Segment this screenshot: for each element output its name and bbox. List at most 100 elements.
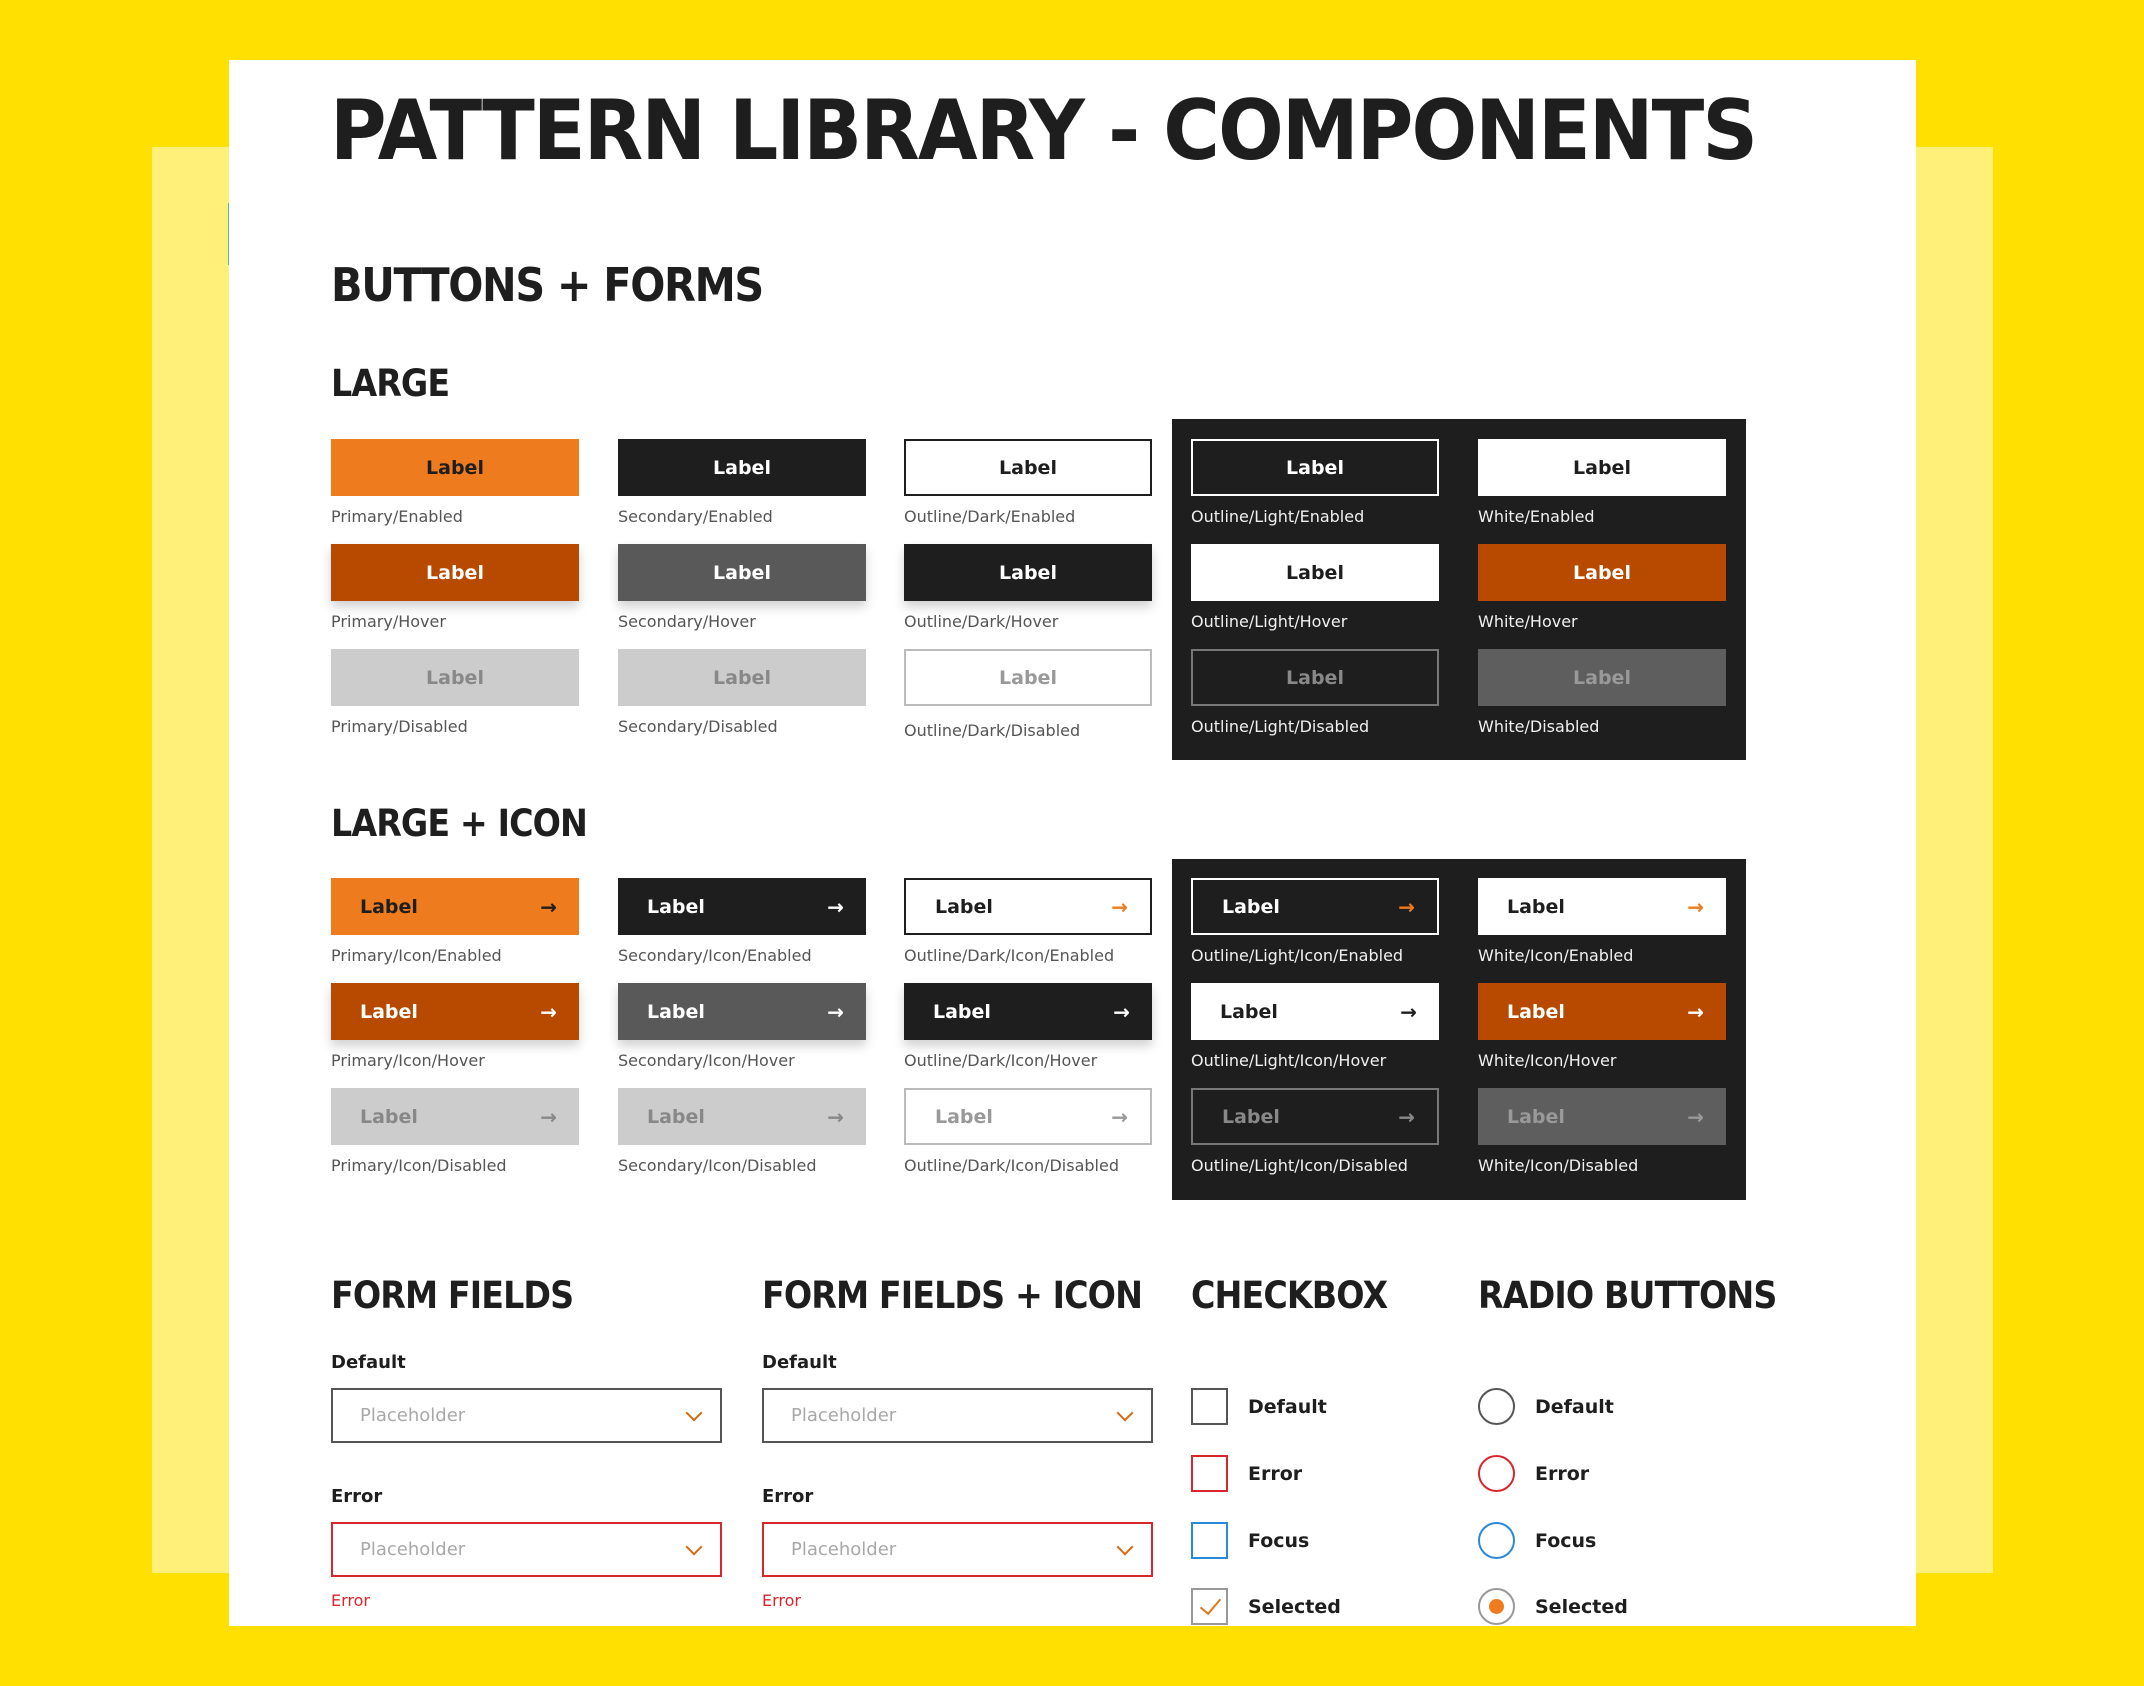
icon-button-secondary-icon-enabled[interactable]: Label →: [618, 878, 866, 935]
form-field-error-select[interactable]: Placeholder: [331, 1522, 722, 1577]
large-button-secondary-hover[interactable]: Label: [618, 544, 866, 601]
large-button-white-enabled[interactable]: Label: [1478, 439, 1726, 496]
button-label: Label: [999, 456, 1057, 479]
form-field-icon-default-select[interactable]: Placeholder: [762, 1388, 1153, 1443]
form-field-default-select[interactable]: Placeholder: [331, 1388, 722, 1443]
chevron-down-icon: [1116, 1404, 1134, 1421]
checkbox-focus[interactable]: [1191, 1522, 1228, 1559]
button-label: Label: [935, 895, 993, 918]
icon-button-primary-icon-enabled[interactable]: Label →: [331, 878, 579, 935]
large-button-outline-light-hover[interactable]: Label: [1191, 544, 1439, 601]
arrow-right-icon: →: [540, 999, 557, 1024]
checkbox-default[interactable]: [1191, 1388, 1228, 1425]
heading-large-icon: LARGE + ICON: [331, 802, 588, 845]
radio-label: Error: [1535, 1463, 1590, 1485]
icon-button-secondary-icon-disabled[interactable]: Label →: [618, 1088, 866, 1145]
button-caption: Outline/Dark/Icon/Disabled: [904, 1156, 1119, 1175]
arrow-right-icon: →: [827, 894, 844, 919]
checkbox-selected[interactable]: [1191, 1588, 1228, 1625]
checkmark-icon: [1199, 1592, 1222, 1616]
button-caption: Primary/Hover: [331, 612, 446, 631]
button-caption: Outline/Light/Icon/Disabled: [1191, 1156, 1408, 1175]
form-field-icon-error-label: Error: [762, 1486, 814, 1507]
radio-label: Focus: [1535, 1530, 1597, 1552]
icon-button-outline-light-icon-disabled[interactable]: Label →: [1191, 1088, 1439, 1145]
heading-large: LARGE: [331, 362, 450, 405]
button-caption: Outline/Light/Disabled: [1191, 717, 1370, 736]
button-caption: Outline/Dark/Hover: [904, 612, 1059, 631]
button-label: Label: [1222, 895, 1280, 918]
radio-focus[interactable]: [1478, 1522, 1515, 1559]
icon-button-primary-icon-hover[interactable]: Label →: [331, 983, 579, 1040]
radio-error[interactable]: [1478, 1455, 1515, 1492]
form-field-icon-default-label: Default: [762, 1352, 837, 1373]
button-label: Label: [647, 895, 705, 918]
checkbox-label: Default: [1248, 1396, 1327, 1418]
button-label: Label: [426, 561, 484, 584]
large-button-white-disabled[interactable]: Label: [1478, 649, 1726, 706]
large-button-white-hover[interactable]: Label: [1478, 544, 1726, 601]
arrow-right-icon: →: [1687, 1104, 1704, 1129]
icon-button-outline-dark-icon-enabled[interactable]: Label →: [904, 878, 1152, 935]
button-label: Label: [360, 1000, 418, 1023]
section-heading-buttons-forms: BUTTONS + FORMS: [331, 258, 764, 312]
button-label: Label: [1286, 561, 1344, 584]
chevron-down-icon: [1116, 1538, 1134, 1555]
icon-button-outline-light-icon-hover[interactable]: Label →: [1191, 983, 1439, 1040]
icon-button-primary-icon-disabled[interactable]: Label →: [331, 1088, 579, 1145]
large-button-outline-light-enabled[interactable]: Label: [1191, 439, 1439, 496]
arrow-right-icon: →: [1398, 894, 1415, 919]
button-label: Label: [713, 561, 771, 584]
arrow-right-icon: →: [1687, 999, 1704, 1024]
large-button-primary-hover[interactable]: Label: [331, 544, 579, 601]
button-label: Label: [933, 1000, 991, 1023]
icon-button-outline-dark-icon-hover[interactable]: Label →: [904, 983, 1152, 1040]
large-button-secondary-enabled[interactable]: Label: [618, 439, 866, 496]
button-caption: Outline/Light/Enabled: [1191, 507, 1365, 526]
form-field-icon-error-select[interactable]: Placeholder: [762, 1522, 1153, 1577]
button-caption: Primary/Icon/Disabled: [331, 1156, 507, 1175]
button-label: Label: [1573, 561, 1631, 584]
large-button-outline-dark-enabled[interactable]: Label: [904, 439, 1152, 496]
arrow-right-icon: →: [540, 1104, 557, 1129]
large-button-outline-light-disabled[interactable]: Label: [1191, 649, 1439, 706]
icon-button-secondary-icon-hover[interactable]: Label →: [618, 983, 866, 1040]
arrow-right-icon: →: [1113, 999, 1130, 1024]
button-label: Label: [1222, 1105, 1280, 1128]
button-caption: Primary/Icon/Enabled: [331, 946, 502, 965]
form-field-icon-error-message: Error: [762, 1591, 801, 1610]
icon-button-outline-dark-icon-disabled[interactable]: Label →: [904, 1088, 1152, 1145]
button-label: Label: [713, 456, 771, 479]
button-label: Label: [999, 561, 1057, 584]
large-button-primary-enabled[interactable]: Label: [331, 439, 579, 496]
checkbox-error[interactable]: [1191, 1455, 1228, 1492]
page-title: PATTERN LIBRARY - COMPONENTS: [330, 82, 1758, 179]
large-button-outline-dark-disabled[interactable]: Label: [904, 649, 1152, 706]
large-button-primary-disabled[interactable]: Label: [331, 649, 579, 706]
arrow-right-icon: →: [1400, 999, 1417, 1024]
checkbox-label: Error: [1248, 1463, 1303, 1485]
button-label: Label: [426, 456, 484, 479]
button-caption: Primary/Icon/Hover: [331, 1051, 485, 1070]
heading-checkbox: CHECKBOX: [1191, 1274, 1388, 1317]
large-button-secondary-disabled[interactable]: Label: [618, 649, 866, 706]
icon-button-white-icon-hover[interactable]: Label →: [1478, 983, 1726, 1040]
radio-selected[interactable]: [1478, 1588, 1515, 1625]
heading-radio-buttons: RADIO BUTTONS: [1478, 1274, 1777, 1317]
button-caption: Secondary/Hover: [618, 612, 756, 631]
button-label: Label: [1573, 456, 1631, 479]
button-caption: Outline/Dark/Icon/Enabled: [904, 946, 1115, 965]
icon-button-white-icon-disabled[interactable]: Label →: [1478, 1088, 1726, 1145]
button-caption: Outline/Dark/Disabled: [904, 721, 1081, 740]
placeholder-text: Placeholder: [360, 1405, 466, 1426]
button-caption: Outline/Dark/Icon/Hover: [904, 1051, 1098, 1070]
large-button-outline-dark-hover[interactable]: Label: [904, 544, 1152, 601]
placeholder-text: Placeholder: [360, 1539, 466, 1560]
icon-button-outline-light-icon-enabled[interactable]: Label →: [1191, 878, 1439, 935]
button-label: Label: [1507, 1105, 1565, 1128]
button-caption: Secondary/Icon/Hover: [618, 1051, 795, 1070]
button-label: Label: [1573, 666, 1631, 689]
radio-default[interactable]: [1478, 1388, 1515, 1425]
icon-button-white-icon-enabled[interactable]: Label →: [1478, 878, 1726, 935]
button-caption: Outline/Light/Icon/Enabled: [1191, 946, 1404, 965]
